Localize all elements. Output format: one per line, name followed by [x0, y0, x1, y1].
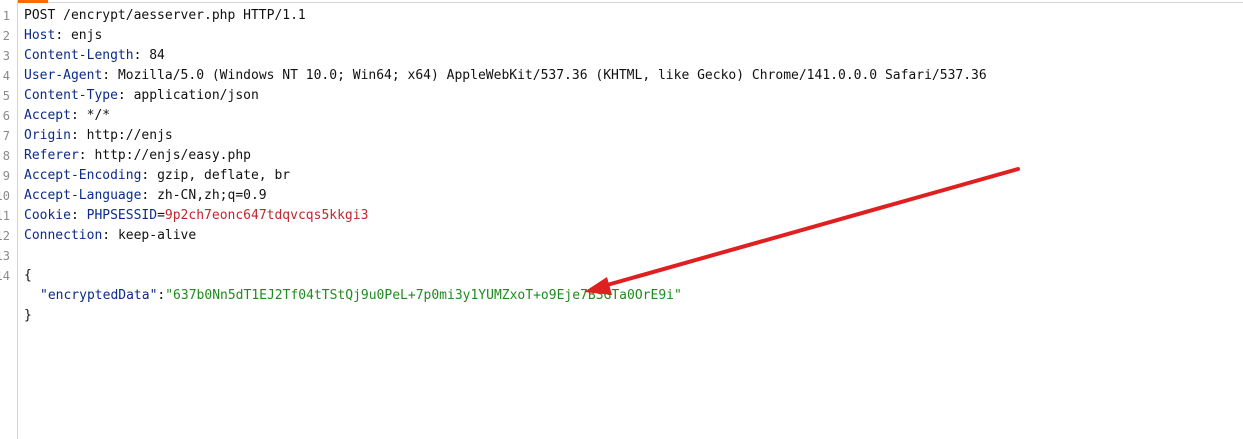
header-value: 84 — [149, 48, 165, 63]
header-value: application/json — [133, 88, 259, 103]
header-content-type[interactable]: Content-Type: application/json — [24, 86, 1243, 106]
cookie-name: PHPSESSID — [86, 208, 158, 223]
header-value: zh-CN,zh;q=0.9 — [157, 188, 267, 203]
line-number: 13 — [0, 249, 10, 263]
header-name: Accept — [24, 108, 71, 123]
header-name: Content-Length — [24, 48, 134, 63]
header-name: Cookie — [24, 208, 71, 223]
header-value: http://enjs/easy.php — [94, 148, 251, 163]
header-name: Origin — [24, 128, 71, 143]
header-name: Accept-Language — [24, 188, 142, 203]
json-close-brace[interactable]: } — [24, 306, 1243, 326]
header-origin[interactable]: Origin: http://enjs — [24, 126, 1243, 146]
top-divider — [48, 2, 1243, 3]
line-number: 10 — [0, 189, 10, 203]
header-value: enjs — [70, 28, 103, 43]
line-number: 9 — [2, 169, 10, 183]
line-number-gutter: 1 2 3 4 5 6 7 8 9 10 11 12 13 14 — [0, 0, 18, 439]
line-number: 1 — [2, 9, 10, 23]
http-request-editor[interactable]: 1 2 3 4 5 6 7 8 9 10 11 12 13 14 POST /e… — [0, 0, 1243, 439]
json-encrypted-data-line[interactable]: "encryptedData":"637b0Nn5dT1EJ2Tf04tTStQ… — [24, 286, 1243, 306]
header-value: keep-alive — [117, 228, 197, 243]
header-value: */* — [86, 108, 111, 123]
header-value: http://enjs — [86, 128, 173, 143]
header-name: Connection — [24, 228, 103, 243]
header-accept-encoding[interactable]: Accept-Encoding: gzip, deflate, br — [24, 166, 1243, 186]
line-number: 7 — [2, 129, 10, 143]
header-cookie[interactable]: Cookie: PHPSESSID=9p2ch7eonc647tdqvcqs5k… — [24, 206, 1243, 226]
line-number: 14 — [0, 269, 10, 283]
request-line[interactable]: POST /encrypt/aesserver.php HTTP/1.1 — [24, 6, 1243, 26]
close-brace: } — [24, 308, 32, 323]
header-name: User-Agent — [24, 68, 103, 83]
header-value: Mozilla/5.0 (Windows NT 10.0; Win64; x64… — [117, 68, 987, 83]
header-accept[interactable]: Accept: */* — [24, 106, 1243, 126]
header-name: Content-Type — [24, 88, 118, 103]
header-value: gzip, deflate, br — [157, 168, 291, 183]
header-name: Referer — [24, 148, 79, 163]
line-number: 12 — [0, 229, 10, 243]
line-number: 5 — [2, 89, 10, 103]
header-connection[interactable]: Connection: keep-alive — [24, 226, 1243, 246]
header-name: Host — [24, 28, 56, 43]
json-key: "encryptedData" — [40, 288, 158, 303]
line-number: 4 — [2, 69, 10, 83]
line-number: 8 — [2, 149, 10, 163]
cookie-value: 9p2ch7eonc647tdqvcqs5kkgi3 — [164, 208, 369, 223]
header-referer[interactable]: Referer: http://enjs/easy.php — [24, 146, 1243, 166]
json-open-brace[interactable]: { — [24, 266, 1243, 286]
line-number: 3 — [2, 49, 10, 63]
line-number: 6 — [2, 109, 10, 123]
blank-line[interactable] — [24, 246, 1243, 266]
header-accept-language[interactable]: Accept-Language: zh-CN,zh;q=0.9 — [24, 186, 1243, 206]
header-name: Accept-Encoding — [24, 168, 142, 183]
line-number: 2 — [2, 29, 10, 43]
header-user-agent[interactable]: User-Agent: Mozilla/5.0 (Windows NT 10.0… — [24, 66, 1243, 86]
line-number: 11 — [0, 209, 10, 223]
request-text[interactable]: POST /encrypt/aesserver.php HTTP/1.1 Hos… — [24, 6, 1243, 326]
open-brace: { — [24, 268, 32, 283]
header-content-length[interactable]: Content-Length: 84 — [24, 46, 1243, 66]
header-host[interactable]: Host: enjs — [24, 26, 1243, 46]
json-string-value: "637b0Nn5dT1EJ2Tf04tTStQj9u0PeL+7p0mi3y1… — [165, 288, 682, 303]
